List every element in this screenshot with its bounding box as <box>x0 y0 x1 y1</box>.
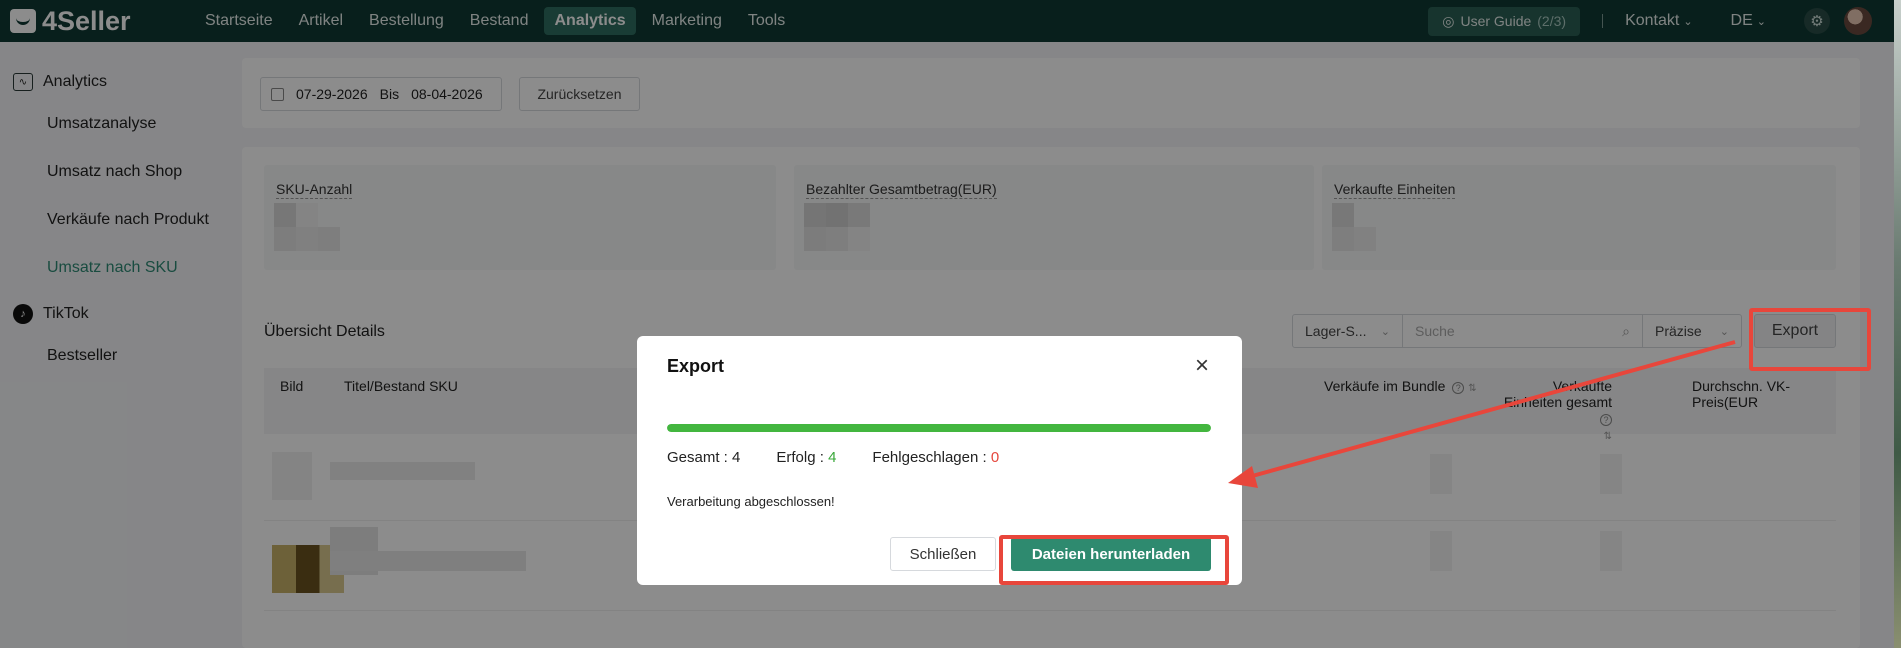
arrow-line <box>1244 340 1736 480</box>
annotation-arrow <box>1228 340 1736 488</box>
window-edge <box>1894 0 1901 648</box>
arrow-head <box>1228 466 1258 488</box>
